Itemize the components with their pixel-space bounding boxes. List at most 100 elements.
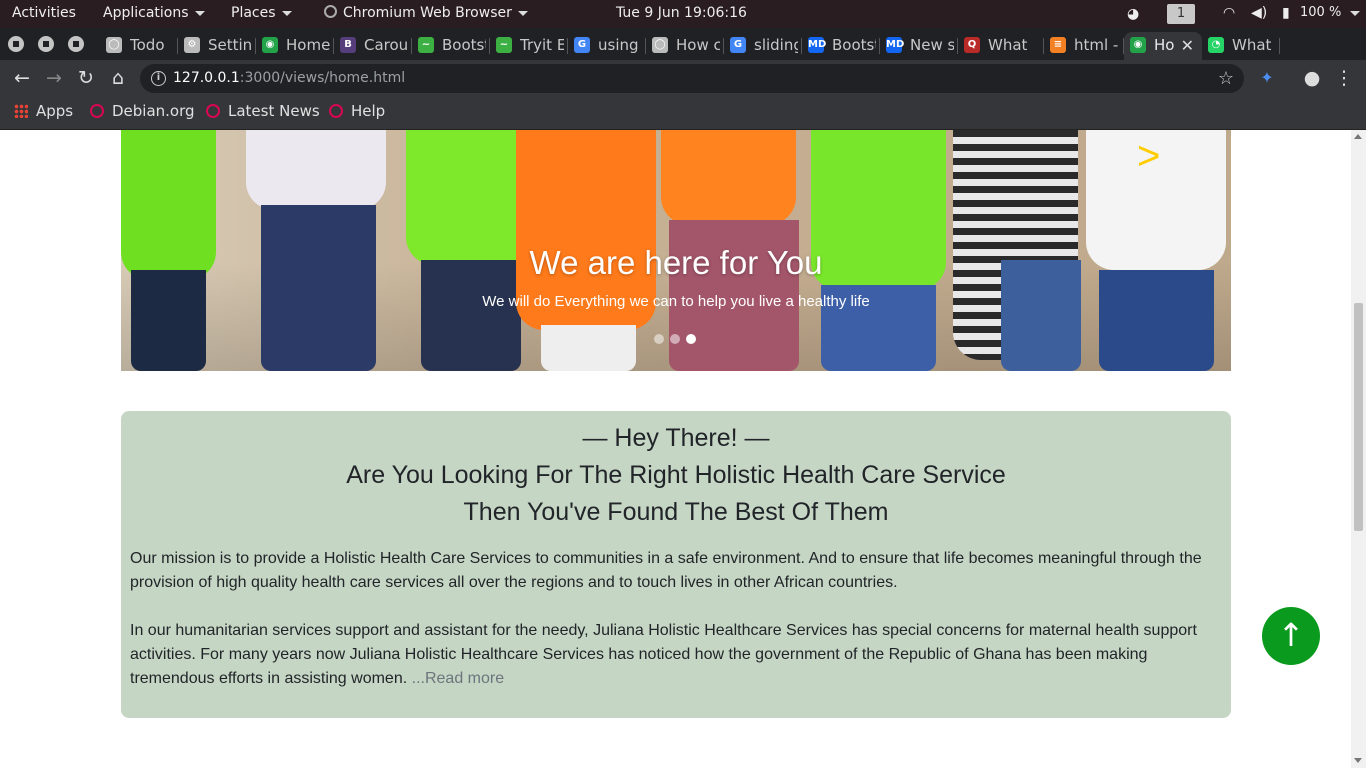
chevron-down-icon	[1350, 10, 1360, 16]
hero-carousel[interactable]: We are here for You We will do Everythin…	[121, 130, 1231, 371]
battery-percent: 100 %	[1300, 5, 1342, 20]
workspace-indicator[interactable]: 1	[1167, 4, 1195, 24]
browser-tab-title: Home	[286, 36, 330, 54]
url-host: 127.0.0.1	[173, 70, 240, 86]
browser-tab-title: Tryit Editor	[520, 36, 564, 54]
intro-paragraph-2-text: In our humanitarian services support and…	[130, 622, 1197, 687]
browser-tab[interactable]: Gusing	[568, 32, 646, 60]
browser-tab[interactable]: ◔ What	[1202, 32, 1280, 60]
more-menu-icon[interactable]: ⋮	[1332, 66, 1356, 90]
read-more-link[interactable]: ...Read more	[412, 670, 504, 687]
browser-tab[interactable]: ◯ How can	[646, 32, 724, 60]
browser-tab-title: sliding	[754, 36, 798, 54]
intro-headline: Are You Looking For The Right Holistic H…	[346, 461, 1006, 489]
browser-tab-title: What	[1232, 36, 1272, 54]
browser-toolbar: ← → ↻ ⌂ i 127.0.0.1:3000/views/home.html…	[0, 60, 1366, 96]
app-menu[interactable]: Chromium Web Browser	[324, 5, 528, 21]
browser-tab[interactable]: ◉ Home	[256, 32, 334, 60]
browser-tab[interactable]: ◯ Todo	[100, 32, 178, 60]
applications-menu[interactable]: Applications	[103, 5, 205, 21]
google-icon: G	[730, 37, 746, 53]
browser-tab[interactable]: ⚙ Settings	[178, 32, 256, 60]
intro-paragraph-2: In our humanitarian services support and…	[130, 619, 1222, 691]
address-bar[interactable]: i 127.0.0.1:3000/views/home.html ☆	[140, 64, 1244, 93]
back-arrow-icon[interactable]: ←	[10, 66, 34, 90]
github-icon: ◯	[106, 37, 122, 53]
browser-tab[interactable]: MD Bootstrap	[802, 32, 880, 60]
browser-tab[interactable]: ◉ Home ✕	[1124, 32, 1202, 60]
system-menu[interactable]	[1344, 5, 1360, 21]
carousel-next-icon[interactable]: >	[1137, 134, 1160, 179]
carousel-indicator-1[interactable]	[654, 334, 664, 344]
github-icon: ◯	[652, 37, 668, 53]
browser-tab-title: Home	[1154, 36, 1174, 54]
app-menu-label: Chromium Web Browser	[343, 5, 512, 21]
browser-tab-title: Bootstrap	[832, 36, 876, 54]
forward-arrow-icon[interactable]: →	[42, 66, 66, 90]
scroll-up-icon[interactable]	[1354, 134, 1362, 139]
bookmark-apps[interactable]: Apps	[14, 102, 73, 120]
indicator-icon[interactable]: ◕	[1127, 6, 1139, 22]
home-icon[interactable]: ⌂	[106, 66, 130, 90]
mdb-icon: MD	[808, 37, 826, 53]
browser-tab[interactable]: ~ Bootstrap	[412, 32, 490, 60]
chromium-icon	[324, 5, 337, 18]
activities-button[interactable]: Activities	[12, 5, 76, 21]
chevron-down-icon	[281, 10, 292, 16]
browser-tab-title: html -	[1074, 36, 1119, 54]
scroll-thumb[interactable]	[1354, 303, 1363, 531]
browser-tab-title: Bootstrap	[442, 36, 486, 54]
bookmark-apps-label: Apps	[36, 102, 74, 120]
intro-section: — Hey There! — Are You Looking For The R…	[121, 411, 1231, 718]
extension-icon[interactable]: ✦	[1255, 66, 1279, 90]
browser-tab-title: Carousel	[364, 36, 408, 54]
back-to-top-button[interactable]: ↑	[1262, 607, 1320, 665]
reload-icon[interactable]: ↻	[74, 66, 98, 90]
browser-tab-title: How can	[676, 36, 720, 54]
bookmark-debian[interactable]: Debian.org	[90, 102, 195, 120]
app-icon: ◉	[1130, 37, 1146, 53]
bookmark-star-icon[interactable]: ☆	[1218, 68, 1234, 89]
quora-icon: Q	[964, 37, 980, 53]
profile-icon[interactable]: ●	[1300, 66, 1324, 90]
window-close-icon[interactable]	[8, 36, 24, 52]
window-minimize-icon[interactable]	[38, 36, 54, 52]
browser-tab[interactable]: MD New s	[880, 32, 958, 60]
carousel-caption-title: We are here for You	[529, 244, 823, 281]
carousel-indicator-3[interactable]	[686, 334, 696, 344]
bookmark-debian-label: Debian.org	[112, 102, 195, 120]
bookmark-help[interactable]: Help	[329, 102, 385, 120]
browser-tab[interactable]: Gsliding	[724, 32, 802, 60]
bookmark-latest-news-label: Latest News	[228, 102, 320, 120]
tab-separator	[1279, 38, 1280, 54]
browser-tab-title: New s	[910, 36, 954, 54]
browser-tab[interactable]: B Carousel	[334, 32, 412, 60]
chart-icon: ~	[496, 37, 512, 53]
bookmark-help-label: Help	[351, 102, 386, 120]
scroll-down-icon[interactable]	[1354, 758, 1362, 763]
system-top-bar: Activities Applications Places Chromium …	[0, 0, 1366, 28]
browser-tab[interactable]: ~ Tryit Editor	[490, 32, 568, 60]
tab-strip: ◯ Todo ⚙ Settings ◉ Home B Carousel ~ Bootstrap ~ T…	[0, 28, 1366, 82]
browser-tab[interactable]: ≡ html -	[1044, 32, 1124, 60]
app-icon: ◉	[262, 37, 278, 53]
bookmark-latest-news[interactable]: Latest News	[206, 102, 320, 120]
carousel-indicator-2[interactable]	[670, 334, 680, 344]
volume-icon[interactable]: ◀)	[1251, 5, 1267, 21]
intro-paragraph-1: Our mission is to provide a Holistic Hea…	[130, 550, 1202, 591]
google-icon: G	[574, 37, 590, 53]
stackoverflow-icon: ≡	[1050, 37, 1066, 53]
url-text[interactable]: 127.0.0.1:3000/views/home.html	[173, 70, 405, 86]
places-menu[interactable]: Places	[231, 5, 292, 21]
intro-subheadline: Then You've Found The Best Of Them	[463, 498, 889, 526]
tab-close-icon[interactable]: ✕	[1181, 36, 1194, 55]
site-info-icon[interactable]: i	[151, 71, 166, 86]
bookmarks-bar: Apps Debian.org Latest News Help	[0, 96, 1366, 130]
wifi-icon[interactable]: ◠	[1223, 5, 1235, 21]
browser-tab[interactable]: Q What	[958, 32, 1044, 60]
battery-icon[interactable]: ▮	[1282, 5, 1290, 21]
window-maximize-icon[interactable]	[68, 36, 84, 52]
clock[interactable]: Tue 9 Jun 19:06:16	[616, 5, 747, 21]
url-path: :3000/views/home.html	[239, 70, 406, 86]
page-scrollbar[interactable]	[1351, 130, 1366, 768]
